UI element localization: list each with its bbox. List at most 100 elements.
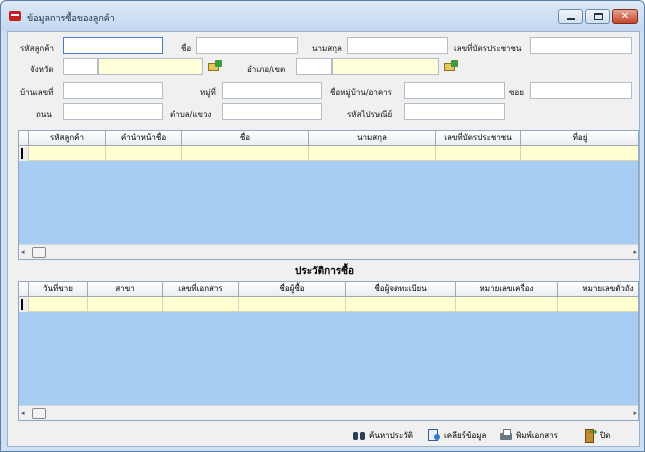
soi-field[interactable] (530, 82, 632, 99)
scroll-left-icon[interactable]: ◂ (21, 409, 25, 417)
column-header[interactable]: รหัสลูกค้า (29, 131, 106, 146)
print-button[interactable]: พิมพ์เอกสาร (500, 427, 558, 443)
last-name-label: นามสกุล (312, 44, 342, 53)
village-field[interactable] (404, 82, 505, 99)
customer-code-field[interactable] (63, 37, 163, 54)
close-button[interactable]: ปิด (584, 427, 610, 443)
table-row[interactable] (19, 146, 638, 161)
history-grid-header: วันที่ขาย สาขา เลขที่เอกสาร ชื่อผู้ซื้อ … (19, 282, 638, 297)
province-lookup-button[interactable] (208, 60, 222, 72)
district-name-input (333, 59, 438, 74)
history-grid-scrollbar[interactable]: ◂ ▸ (19, 405, 638, 420)
header-indicator (19, 282, 29, 297)
column-header[interactable]: ชื่อผู้ซื้อ (239, 282, 346, 297)
last-name-input[interactable] (348, 38, 447, 53)
maximize-button[interactable] (585, 9, 610, 24)
column-header[interactable]: หมายเลขเครื่อง (456, 282, 558, 297)
house-no-field[interactable] (63, 82, 163, 99)
scroll-left-icon[interactable]: ◂ (21, 248, 25, 256)
column-header[interactable]: ชื่อผู้จดทะเบียน (346, 282, 456, 297)
form-area: รหัสลูกค้า ชื่อ นามสกุล เลขที่บัตรประชาช… (7, 31, 640, 447)
postcode-label: รหัสไปรษณีย์ (347, 110, 393, 119)
table-cell[interactable] (309, 146, 436, 161)
arrow-icon (451, 60, 458, 67)
table-cell[interactable] (163, 297, 239, 312)
header-indicator (19, 131, 29, 146)
scroll-thumb[interactable] (32, 408, 46, 419)
close-icon: ✕ (620, 11, 630, 22)
table-cell[interactable] (456, 297, 558, 312)
close-label: ปิด (600, 430, 611, 440)
district-lookup-button[interactable] (444, 60, 458, 72)
table-row[interactable] (19, 297, 638, 312)
customer-grid-header: รหัสลูกค้า คำนำหน้าชื่อ ชื่อ นามสกุล เลข… (19, 131, 638, 146)
district-name-field (332, 58, 439, 75)
province-name-field (98, 58, 203, 75)
scroll-right-icon[interactable]: ▸ (633, 409, 637, 417)
house-no-label: บ้านเลขที่ (20, 88, 54, 97)
column-header[interactable]: เลขที่เอกสาร (163, 282, 239, 297)
caret-mark (21, 148, 23, 159)
moo-field[interactable] (222, 82, 322, 99)
title-bar[interactable]: ข้อมูลการซื้อของลูกค้า ✕ (1, 1, 644, 31)
scroll-thumb[interactable] (32, 247, 46, 258)
column-header[interactable]: นามสกุล (309, 131, 436, 146)
column-header[interactable]: สาขา (88, 282, 163, 297)
clear-label: เคลียร์ข้อมูล (444, 430, 487, 440)
column-header[interactable]: คำนำหน้าชื่อ (106, 131, 182, 146)
table-cell[interactable] (239, 297, 346, 312)
id-card-input[interactable] (531, 38, 631, 53)
clear-button[interactable]: เคลียร์ข้อมูล (428, 427, 486, 443)
customer-grid-scrollbar[interactable]: ◂ ▸ (19, 244, 638, 259)
customer-grid[interactable]: รหัสลูกค้า คำนำหน้าชื่อ ชื่อ นามสกุล เลข… (18, 130, 639, 260)
column-header[interactable]: วันที่ขาย (29, 282, 88, 297)
column-header[interactable]: ที่อยู่ (521, 131, 638, 146)
column-header[interactable]: เลขที่บัตรประชาชน (436, 131, 521, 146)
table-cell[interactable] (106, 146, 182, 161)
exit-icon (584, 427, 597, 443)
id-card-field[interactable] (530, 37, 632, 54)
main-window: ข้อมูลการซื้อของลูกค้า ✕ รหัสลูกค้า ชื่อ… (0, 0, 645, 452)
table-cell[interactable] (29, 146, 106, 161)
subdistrict-field[interactable] (222, 103, 322, 120)
column-header[interactable]: หมายเลขตัวถัง (558, 282, 638, 297)
postcode-input[interactable] (405, 104, 504, 119)
history-title: ประวัติการซื้อ (294, 266, 355, 277)
table-cell[interactable] (88, 297, 163, 312)
history-grid[interactable]: วันที่ขาย สาขา เลขที่เอกสาร ชื่อผู้ซื้อ … (18, 281, 639, 421)
table-cell[interactable] (521, 146, 638, 161)
minimize-icon (567, 18, 575, 20)
scroll-right-icon[interactable]: ▸ (633, 248, 637, 256)
table-cell[interactable] (182, 146, 309, 161)
last-name-field[interactable] (347, 37, 448, 54)
house-no-input[interactable] (64, 83, 162, 98)
row-indicator (19, 146, 29, 161)
table-cell[interactable] (558, 297, 638, 312)
road-field[interactable] (63, 103, 163, 120)
arrow-icon (215, 60, 222, 67)
moo-label: หมู่ที่ (200, 88, 216, 97)
subdistrict-label: ตำบล/แขวง (170, 110, 212, 119)
province-code-field[interactable] (63, 58, 98, 75)
first-name-field[interactable] (196, 37, 298, 54)
first-name-input[interactable] (197, 38, 297, 53)
subdistrict-input[interactable] (223, 104, 321, 119)
table-cell[interactable] (436, 146, 521, 161)
minimize-button[interactable] (558, 9, 583, 24)
search-history-button[interactable]: ค้นหาประวัติ (353, 427, 413, 443)
district-code-input[interactable] (297, 59, 331, 74)
close-window-button[interactable]: ✕ (612, 9, 638, 24)
province-code-input[interactable] (64, 59, 97, 74)
table-cell[interactable] (29, 297, 88, 312)
soi-label: ซอย (509, 88, 524, 97)
postcode-field[interactable] (404, 103, 505, 120)
village-input[interactable] (405, 83, 504, 98)
district-code-field[interactable] (296, 58, 332, 75)
road-input[interactable] (64, 104, 162, 119)
moo-input[interactable] (223, 83, 321, 98)
soi-input[interactable] (531, 83, 631, 98)
table-cell[interactable] (346, 297, 456, 312)
customer-code-input[interactable] (64, 38, 162, 53)
column-header[interactable]: ชื่อ (182, 131, 309, 146)
district-label: อำเภอ/เขต (247, 65, 286, 74)
